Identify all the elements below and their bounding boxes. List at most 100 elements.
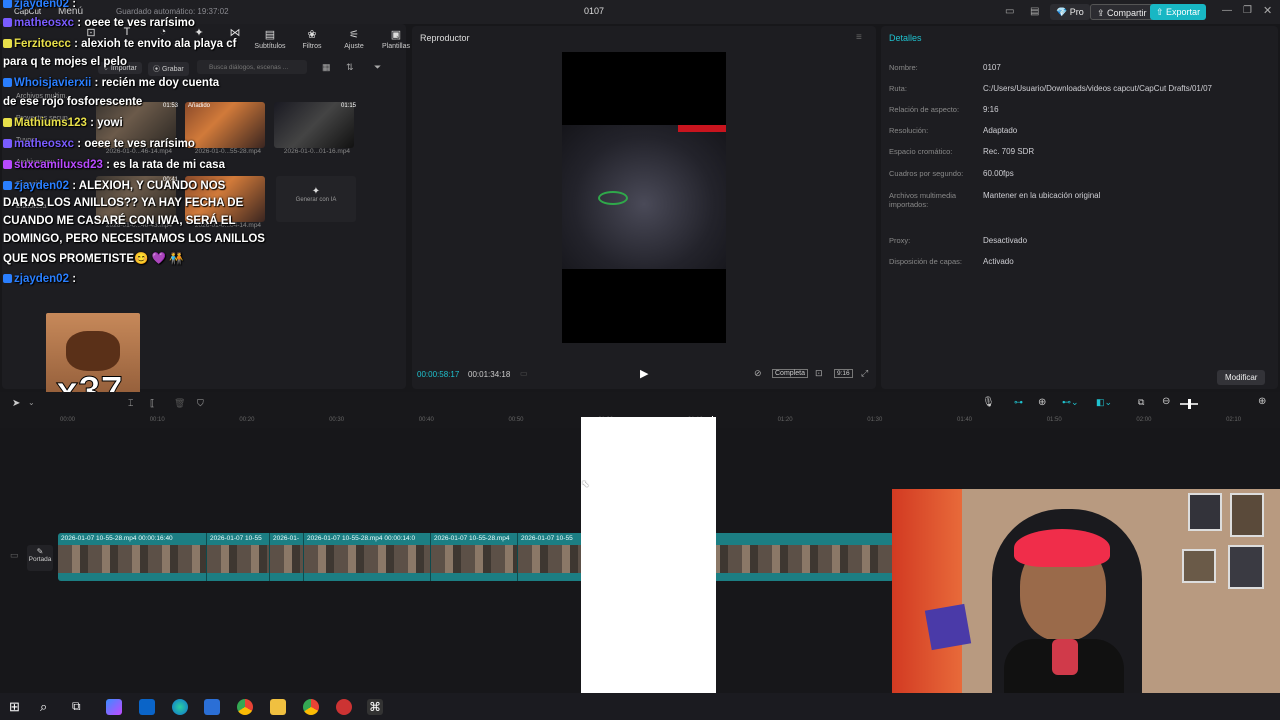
cam-microphone: [1052, 639, 1078, 675]
snap-icon[interactable]: ⊷⌄: [1062, 397, 1079, 408]
minimize-icon[interactable]: —: [1222, 5, 1232, 16]
zoom-in-icon[interactable]: ⊕: [1258, 396, 1266, 407]
cam-poster: [1182, 549, 1216, 583]
modify-button[interactable]: Modificar: [1217, 370, 1266, 385]
mouse-cursor-icon: ⬉: [581, 479, 590, 490]
timeline-clip[interactable]: 2026-01-07 10-55-28.mp4: [431, 533, 518, 581]
snapshot-icon[interactable]: ⊡: [815, 368, 823, 379]
ruler-tick-label: 00:40: [418, 417, 434, 423]
zoom-slider-handle[interactable]: [1188, 399, 1191, 409]
layout-icon[interactable]: ▭: [1005, 6, 1014, 17]
chat-text: para q te mojes el pelo: [3, 56, 127, 68]
cover-button[interactable]: ✎ Portada: [27, 545, 53, 571]
search-icon[interactable]: ⌕: [40, 699, 56, 715]
zoom-out-icon[interactable]: ⊖: [1162, 396, 1170, 407]
search-input[interactable]: [197, 60, 307, 74]
microphone-icon[interactable]: 🎙: [982, 397, 995, 408]
export-button[interactable]: ⇧ Exportar: [1150, 4, 1207, 20]
filters-tool[interactable]: ❀ Filtros: [292, 28, 332, 50]
chrome-icon[interactable]: [237, 699, 253, 715]
detail-value: 0107: [983, 63, 1001, 72]
zoom-slider[interactable]: [1180, 399, 1198, 409]
chat-message: Whoisjavierxii : recién me doy cuenta: [3, 77, 219, 89]
timeline-clip[interactable]: 2026-01-07 10-55-28.mp4 00:00:16:40: [58, 533, 207, 581]
chevron-right-icon[interactable]: ›: [396, 32, 399, 42]
video-track[interactable]: 2026-01-07 10-55-28.mp4 00:00:16:40 2026-…: [58, 533, 894, 581]
shortcuts-icon[interactable]: ▤: [1030, 6, 1039, 17]
play-icon[interactable]: ▶: [640, 367, 648, 380]
chat-text: : oeee te ves rarísimo: [77, 138, 195, 150]
full-quality-button[interactable]: Completa: [772, 369, 808, 378]
cam-wall-light: [892, 489, 962, 720]
chat-username: Mathiums123: [14, 117, 87, 129]
media-thumb[interactable]: 01:15 2026-01-0...01-16.mp4: [274, 102, 360, 155]
chevron-down-icon[interactable]: ⌄: [28, 398, 35, 407]
pro-button[interactable]: 💎 Pro: [1050, 4, 1090, 20]
media-thumb[interactable]: Añadido 2026-01-0...55-28.mp4: [185, 102, 271, 155]
task-view-icon[interactable]: ⧉: [72, 699, 88, 715]
autosave-status: Guardado automático: 19:37:02: [116, 7, 229, 16]
video-preview[interactable]: [562, 52, 726, 343]
trim-icon[interactable]: ⟦: [150, 398, 154, 409]
clip-label: 2026-01-07 10-55: [210, 535, 262, 542]
cam-poster: [1188, 493, 1222, 531]
grid-view-icon[interactable]: ▦: [322, 62, 331, 73]
obs-icon[interactable]: [336, 699, 352, 715]
subtitles-tool[interactable]: ▤ Subtítulos: [250, 28, 290, 50]
media-tools: ▤ Subtítulos ❀ Filtros ⚟ Ajuste ▣ Plantillas: [250, 28, 416, 50]
sort-icon[interactable]: ⇅: [346, 62, 354, 73]
ruler-tick-label: 02:10: [1226, 417, 1242, 423]
quality-icon[interactable]: ⊘: [754, 368, 762, 379]
aspect-ratio-button[interactable]: 9:16: [834, 369, 853, 378]
record-button[interactable]: ⦿ Grabar: [148, 62, 189, 76]
close-icon[interactable]: ✕: [1263, 4, 1272, 17]
timeline-clip[interactable]: 2026-01-: [270, 533, 304, 581]
generate-ai-button[interactable]: ✦ Generar con IA: [276, 176, 356, 222]
select-tool-icon[interactable]: ➤: [12, 398, 20, 409]
track-settings-icon[interactable]: ▭: [10, 550, 19, 561]
edge-icon[interactable]: [172, 699, 188, 715]
adjust-tool[interactable]: ⚟ Ajuste: [334, 28, 374, 50]
timeline-toggle-icon[interactable]: ▭: [520, 369, 528, 378]
preview-axis-icon[interactable]: ◧⌄: [1096, 397, 1112, 408]
windows-start-icon[interactable]: ⊞: [9, 699, 25, 715]
maximize-icon[interactable]: ❐: [1243, 5, 1252, 16]
outlook-icon[interactable]: [139, 699, 155, 715]
subtitle-track-icon[interactable]: ⧉: [1138, 397, 1144, 408]
adjust-icon: ⚟: [349, 29, 359, 41]
clip-label: 2026-01-07 10-55: [521, 535, 573, 542]
chrome-profile-icon[interactable]: [303, 699, 319, 715]
timeline-clip[interactable]: 2026-01-07 10-55: [207, 533, 270, 581]
chat-message: Mathiums123 : yowi: [3, 117, 123, 129]
shield-icon[interactable]: ⛉: [197, 398, 204, 409]
store-icon[interactable]: [204, 699, 220, 715]
detail-value: 60.00fps: [983, 169, 1014, 178]
copilot-icon[interactable]: [106, 699, 122, 715]
file-explorer-icon[interactable]: [270, 699, 286, 715]
magnet-icon[interactable]: ⊕: [1038, 397, 1046, 408]
player-menu-icon[interactable]: ≡: [856, 32, 862, 43]
cover-label: Portada: [28, 556, 52, 563]
split-icon[interactable]: ⌶: [128, 398, 133, 409]
detail-value: Adaptado: [983, 126, 1018, 135]
ruler-tick-label: 00:00: [60, 417, 76, 423]
video-frame: [562, 125, 726, 269]
filter-icon[interactable]: ⏷: [374, 62, 381, 73]
delete-icon[interactable]: 🗑: [174, 398, 185, 409]
thumb-caption: 2026-01-0...55-28.mp4: [194, 148, 262, 155]
chat-username: zjayden02: [14, 0, 69, 10]
sparkle-icon: ✦: [311, 186, 321, 197]
cam-poster: [1230, 493, 1264, 537]
chat-text: DARAS LOS ANILLOS?? YA HAY FECHA DE: [3, 197, 244, 209]
clip-frames: [58, 545, 206, 573]
ruler-tick-label: 01:50: [1046, 417, 1062, 423]
link-icon[interactable]: ⊶: [1014, 397, 1023, 408]
chat-text: : yowi: [90, 117, 123, 129]
timeline-clip[interactable]: 2026-01-07 10-55-28.mp4 00:00:14:0: [304, 533, 431, 581]
fullscreen-icon[interactable]: ⤢: [861, 368, 868, 379]
chat-username: Whoisjavierxii: [14, 77, 92, 89]
capcut-icon[interactable]: ⌘: [367, 699, 383, 715]
detail-label: Nombre:: [889, 63, 918, 72]
webcam-overlay: [892, 489, 1280, 720]
share-button[interactable]: ⇪ Compartir: [1090, 4, 1154, 20]
